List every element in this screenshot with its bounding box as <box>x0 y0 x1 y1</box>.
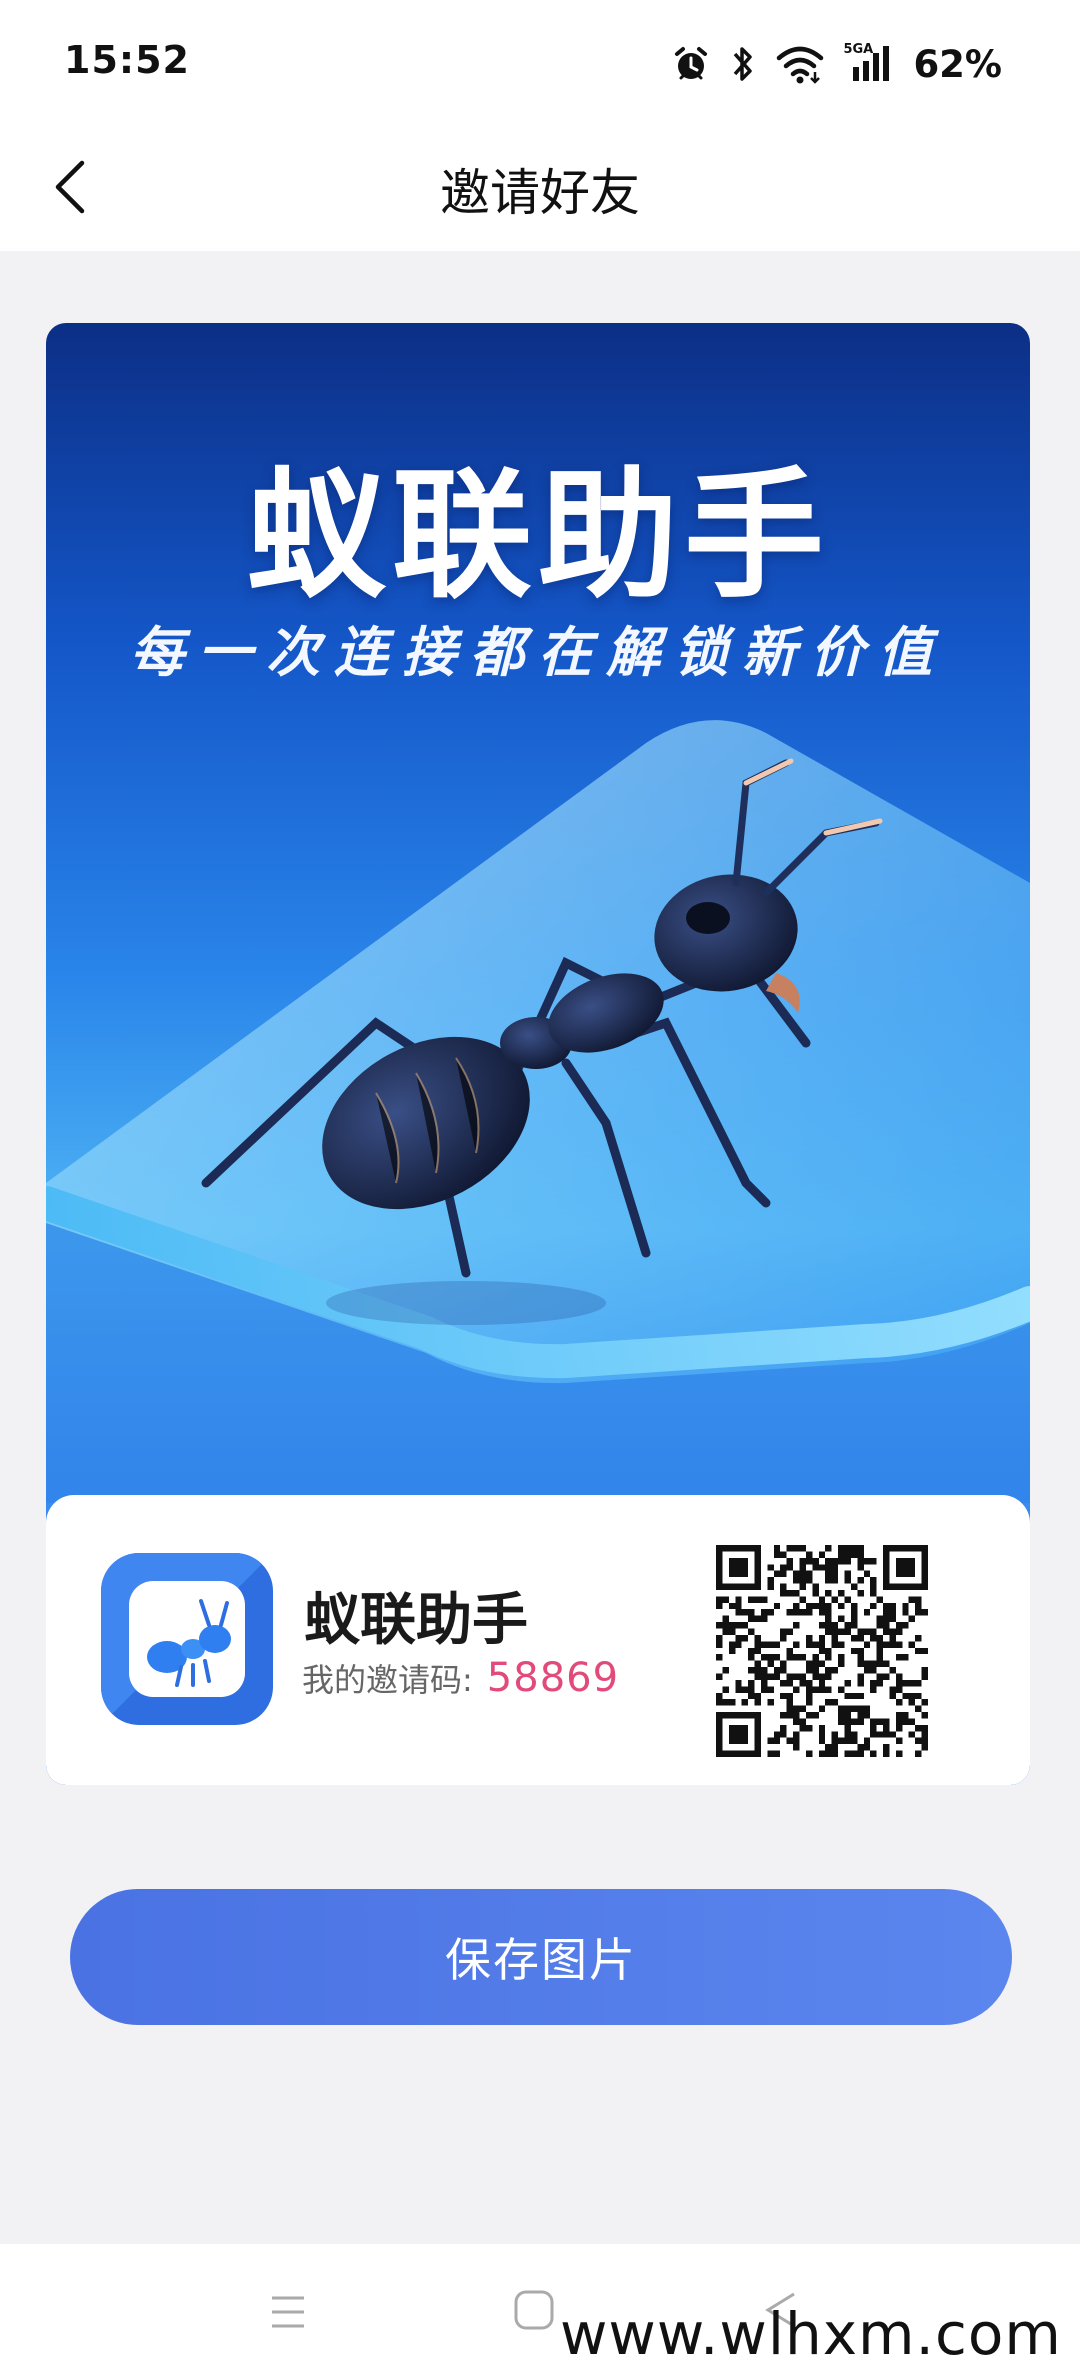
app-logo-icon <box>101 1553 273 1725</box>
invite-poster: 蚁联助手 每一次连接都在解锁新价值 蚁联助手 我的邀请码: 58869 <box>46 323 1030 1785</box>
poster-title: 蚁联助手 <box>245 455 830 618</box>
app-name: 蚁联助手 <box>304 1588 528 1653</box>
poster-slogan: 每一次连接都在解锁新价值 <box>130 620 946 684</box>
page-title: 邀请好友 <box>440 164 640 222</box>
status-time: 15:52 <box>64 38 190 82</box>
status-icons: 5GA 62% <box>671 40 1002 88</box>
invite-code-line: 我的邀请码: 58869 <box>302 1655 619 1701</box>
app-header: 邀请好友 <box>0 125 1080 251</box>
invite-code-value: 58869 <box>486 1655 620 1701</box>
alarm-icon <box>675 47 708 80</box>
watermark-text: www.wlhxm.com <box>560 2300 1062 2368</box>
cellular-signal-icon: 5GA <box>843 43 895 85</box>
save-image-label: 保存图片 <box>445 1933 637 1987</box>
invite-code-label: 我的邀请码: <box>302 1661 473 1699</box>
recent-apps-icon[interactable] <box>268 2292 308 2332</box>
save-image-button[interactable]: 保存图片 <box>70 1889 1012 2025</box>
status-bar: 15:52 5GA 62% <box>0 0 1080 125</box>
qr-code <box>716 1545 928 1757</box>
home-icon[interactable] <box>512 2288 556 2332</box>
bluetooth-icon <box>734 47 753 81</box>
invite-info-card: 蚁联助手 我的邀请码: 58869 <box>46 1495 1030 1785</box>
wifi-icon <box>777 46 824 84</box>
battery-percentage: 62% <box>913 42 1002 86</box>
